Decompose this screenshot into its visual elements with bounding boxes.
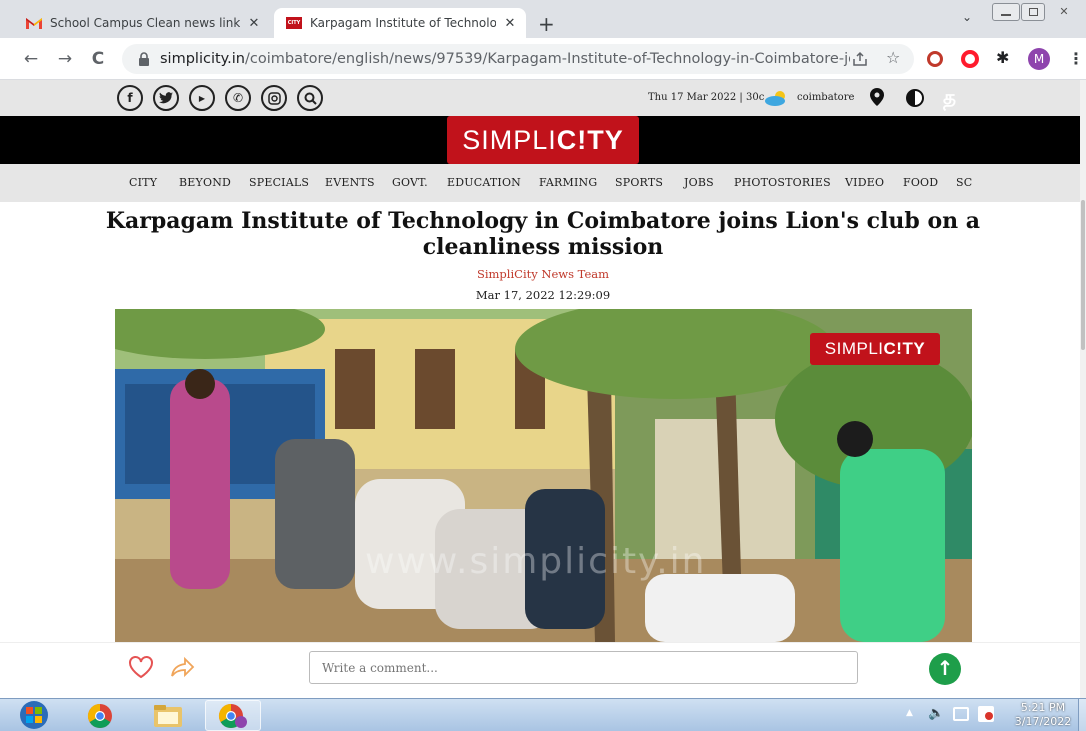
opera-icon[interactable] [961, 50, 979, 68]
tab-title: Karpagam Institute of Technolog [310, 16, 496, 30]
nav-item-jobs[interactable]: JOBS [684, 176, 714, 189]
logo-text-bold: C!TY [556, 124, 624, 155]
logo-text: SIMPLI [462, 124, 557, 155]
chrome-profile-icon [218, 703, 247, 728]
youtube-icon[interactable]: ▶ [189, 85, 215, 111]
close-tab-icon[interactable]: ✕ [502, 16, 518, 31]
submit-comment-arrow-icon[interactable]: ↑ [929, 653, 961, 685]
taskbar-chrome-profile[interactable] [205, 700, 261, 731]
location-text: coimbatore [797, 92, 855, 103]
forward-arrow-icon[interactable]: → [52, 46, 78, 72]
restore-button[interactable] [1021, 3, 1045, 21]
bookmark-star-icon[interactable]: ☆ [886, 48, 900, 67]
date-weather-text: Thu 17 Mar 2022 | 30c [648, 92, 765, 103]
tab-simplicity[interactable]: CITY Karpagam Institute of Technolog ✕ [274, 8, 526, 38]
nav-item-sc[interactable]: SC [956, 176, 972, 189]
network-icon[interactable] [953, 707, 969, 721]
nav-item-specials[interactable]: SPECIALS [249, 176, 309, 189]
minimize-button[interactable] [992, 3, 1020, 21]
whatsapp-icon[interactable]: ✆ [225, 85, 251, 111]
search-icon[interactable] [297, 85, 323, 111]
close-tab-icon[interactable]: ✕ [246, 16, 262, 31]
tab-search-chevron-icon[interactable]: ⌄ [962, 10, 972, 24]
browser-toolbar: ← → C simplicity.in/coimbatore/english/n… [0, 38, 1086, 80]
profile-avatar[interactable]: M [1028, 48, 1050, 70]
instagram-icon[interactable] [261, 85, 287, 111]
extension-icon[interactable] [927, 51, 943, 67]
url-host: simplicity.in [160, 51, 245, 67]
address-bar[interactable]: simplicity.in/coimbatore/english/news/97… [122, 44, 914, 74]
nav-item-food[interactable]: FOOD [903, 176, 938, 189]
share-icon[interactable] [852, 51, 868, 67]
nav-item-photostories[interactable]: PHOTOSTORIES [734, 176, 831, 189]
facebook-icon[interactable]: f [117, 85, 143, 111]
nav-item-beyond[interactable]: BEYOND [179, 176, 231, 189]
chrome-icon [87, 703, 112, 728]
clock-date: 3/17/2022 [1014, 715, 1072, 728]
article-author[interactable]: SimpliCity News Team [0, 267, 1086, 281]
close-window-button[interactable]: ✕ [1050, 3, 1078, 21]
kebab-menu-icon[interactable]: ⋮ [1068, 49, 1084, 68]
main-nav: CITY BEYOND SPECIALS EVENTS GOVT. EDUCAT… [0, 164, 1080, 202]
photo-watermark-logo: SIMPLI C!TY [810, 333, 940, 365]
photo-logo-text-bold: C!TY [883, 339, 926, 358]
nav-item-govt[interactable]: GOVT. [392, 176, 428, 189]
folder-icon [154, 704, 182, 727]
logo-band: SIMPLI C!TY [0, 116, 1080, 164]
site-top-bar: f ▶ ✆ Thu 17 Mar 2022 | 30c coimbatore த [0, 80, 1080, 116]
comment-bar: ↑ [0, 642, 1080, 698]
simplicity-favicon: CITY [286, 15, 302, 31]
nav-item-sports[interactable]: SPORTS [615, 176, 663, 189]
reload-icon[interactable]: C [85, 46, 111, 72]
nav-item-education[interactable]: EDUCATION [447, 176, 521, 189]
photo-watermark-url: www.simplicity.in [365, 541, 707, 582]
contrast-toggle-icon[interactable] [906, 89, 924, 107]
photo-logo-text: SIMPLI [824, 339, 884, 358]
back-arrow-icon[interactable]: ← [18, 46, 44, 72]
windows-taskbar: ▲ 🔈 5:21 PM 3/17/2022 [0, 698, 1086, 731]
share-arrow-icon[interactable] [170, 655, 196, 683]
taskbar-file-explorer[interactable] [140, 700, 196, 731]
gmail-icon [26, 15, 42, 31]
nav-item-video[interactable]: VIDEO [845, 176, 884, 189]
cloud-sun-icon [764, 90, 790, 110]
like-heart-icon[interactable] [128, 655, 154, 683]
scrollbar-thumb[interactable] [1081, 200, 1085, 350]
browser-tab-strip: School Campus Clean news link - ✕ CITY K… [0, 0, 1086, 38]
nav-item-farming[interactable]: FARMING [539, 176, 597, 189]
restore-icon [1029, 8, 1038, 16]
tamil-language-toggle[interactable]: த [943, 85, 956, 112]
taskbar-clock[interactable]: 5:21 PM 3/17/2022 [1012, 701, 1074, 729]
volume-icon[interactable]: 🔈 [928, 706, 944, 721]
nav-item-events[interactable]: EVENTS [325, 176, 375, 189]
article-photo: SIMPLI C!TY www.simplicity.in [115, 309, 972, 642]
windows-start-button[interactable] [10, 699, 58, 731]
simplicity-logo[interactable]: SIMPLI C!TY [447, 116, 639, 164]
action-center-flag-icon[interactable] [978, 706, 994, 722]
lock-icon [139, 52, 149, 66]
tray-expand-icon[interactable]: ▲ [906, 708, 913, 718]
windows-logo-icon [20, 701, 48, 729]
twitter-icon[interactable] [153, 85, 179, 111]
tab-title: School Campus Clean news link - [50, 16, 240, 30]
article-headline: Karpagam Institute of Technology in Coim… [100, 208, 986, 260]
tab-gmail[interactable]: School Campus Clean news link - ✕ [14, 8, 272, 38]
clock-time: 5:21 PM [1020, 701, 1066, 714]
location-pin-icon[interactable] [870, 88, 884, 110]
page-scrollbar[interactable] [1080, 80, 1086, 698]
article-date: Mar 17, 2022 12:29:09 [475, 288, 611, 302]
url-text: simplicity.in/coimbatore/english/news/97… [160, 51, 850, 67]
headline-line-1: Karpagam Institute of Technology in Coim… [105, 208, 981, 234]
minimize-icon [1001, 14, 1011, 16]
new-tab-button[interactable]: + [538, 12, 555, 36]
taskbar-chrome[interactable] [72, 700, 128, 731]
headline-line-2: cleanliness mission [422, 234, 664, 260]
url-path: /coimbatore/english/news/97539/Karpagam-… [245, 51, 850, 67]
show-desktop-button[interactable] [1078, 699, 1086, 731]
comment-input[interactable] [309, 651, 858, 684]
nav-item-city[interactable]: CITY [129, 176, 157, 189]
puzzle-extensions-icon[interactable]: ✱ [996, 48, 1009, 67]
